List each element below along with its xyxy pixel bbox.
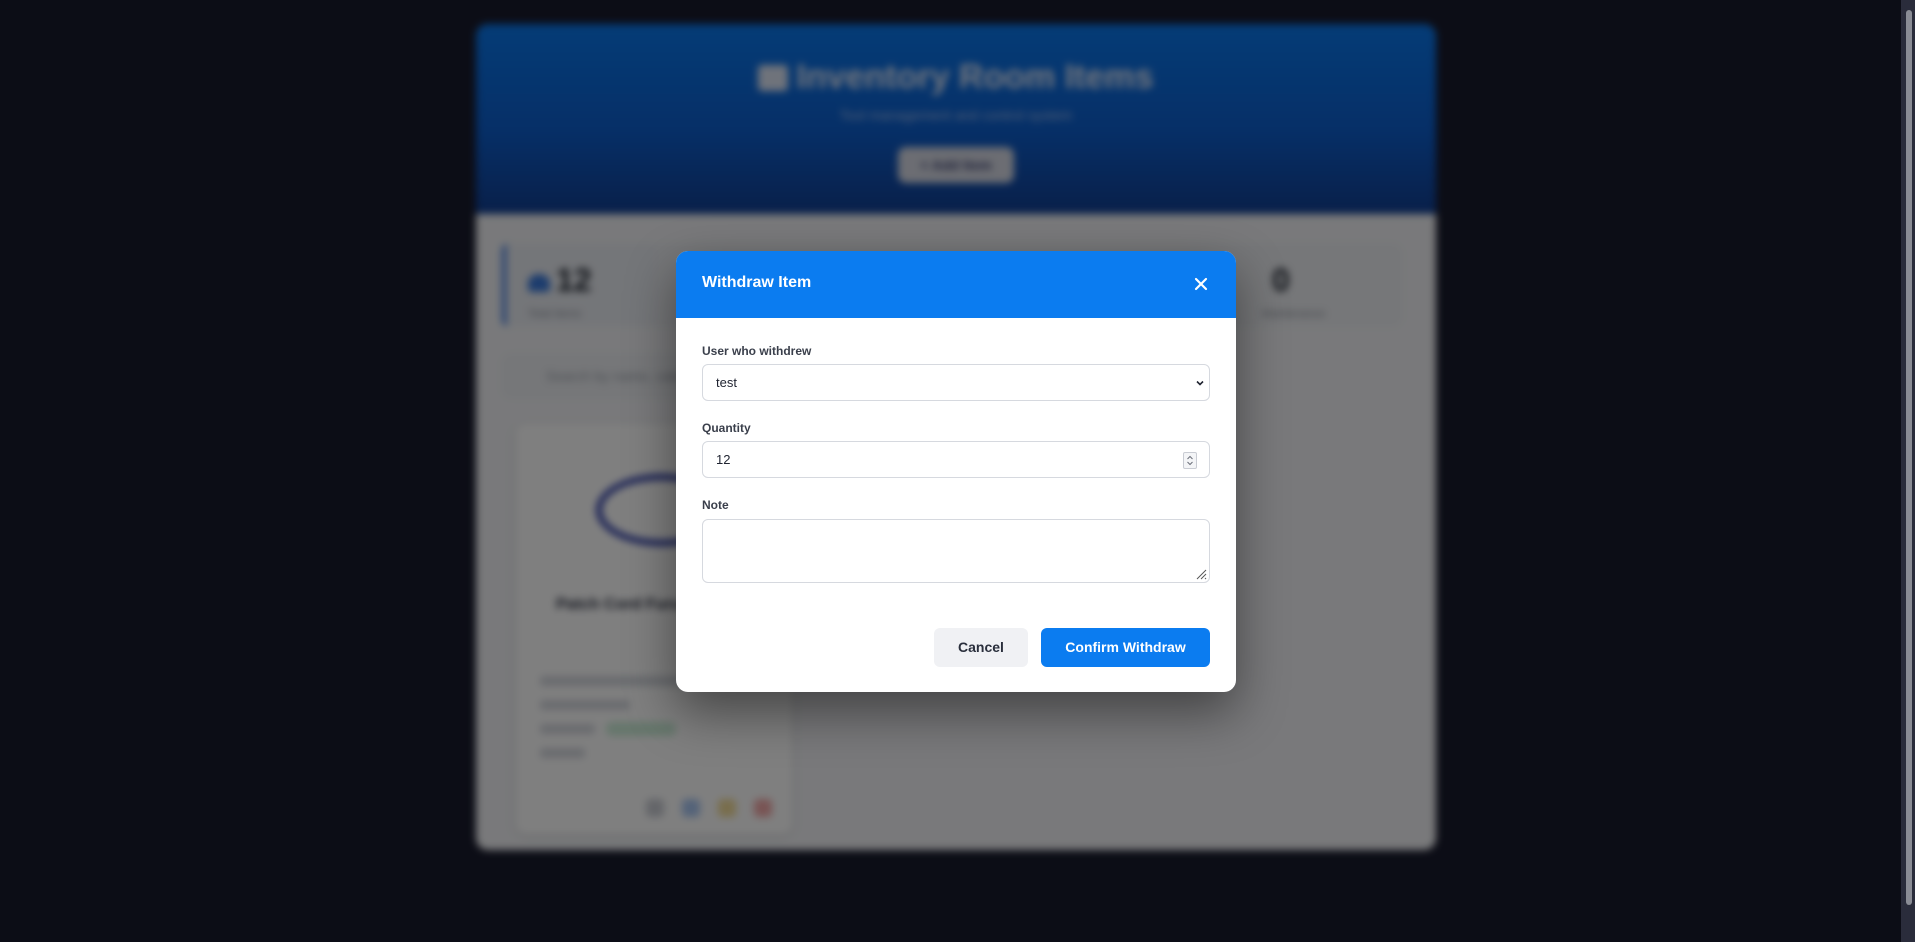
cancel-button[interactable]: Cancel: [934, 628, 1028, 667]
close-icon[interactable]: [1190, 273, 1212, 295]
quantity-field-label: Quantity: [702, 421, 751, 435]
confirm-withdraw-button[interactable]: Confirm Withdraw: [1041, 628, 1210, 667]
scrollbar-thumb[interactable]: [1906, 10, 1912, 905]
modal-title: Withdraw Item: [702, 274, 812, 291]
quantity-input[interactable]: 12: [702, 441, 1210, 478]
note-textarea[interactable]: [702, 519, 1210, 583]
modal-header: Withdraw Item: [676, 251, 1236, 318]
resize-handle-icon[interactable]: [1195, 568, 1207, 580]
withdraw-modal: Withdraw Item User who withdrew test Qua…: [676, 251, 1236, 692]
quantity-value: 12: [716, 452, 731, 467]
user-field-label: User who withdrew: [702, 344, 812, 358]
note-field-label: Note: [702, 498, 729, 512]
scrollbar[interactable]: [1901, 0, 1915, 942]
user-select[interactable]: test: [702, 364, 1210, 401]
user-select-value: test: [716, 375, 737, 390]
chevron-down-icon: [1196, 380, 1204, 386]
quantity-stepper[interactable]: [1183, 452, 1197, 469]
